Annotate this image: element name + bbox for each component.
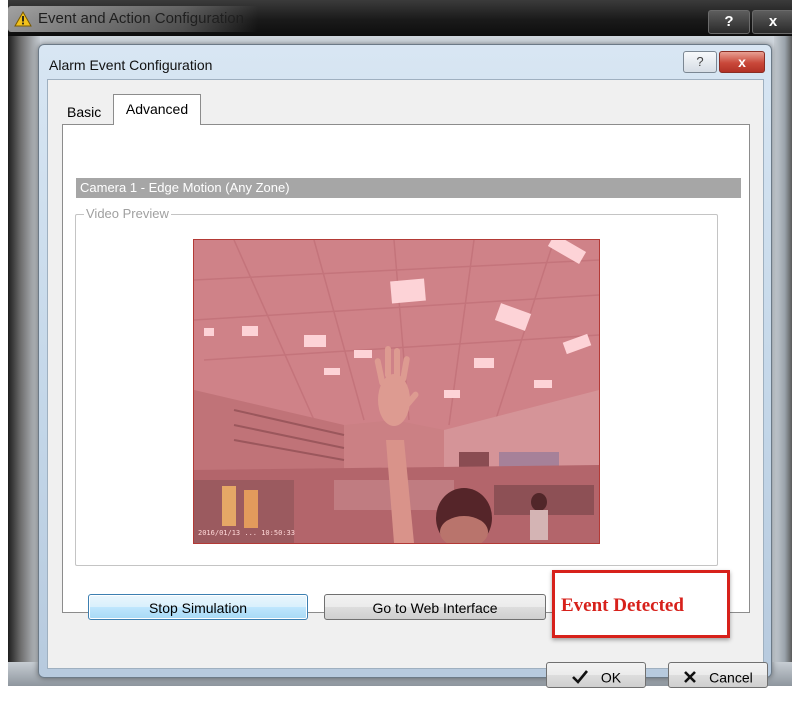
video-preview-group: Video Preview 2016/01/13 ... 10:50:33 — [75, 206, 718, 566]
video-preview-image: 2016/01/13 ... 10:50:33 — [193, 239, 600, 544]
outer-bottom-strip — [8, 686, 792, 708]
outer-close-button[interactable]: x — [752, 10, 792, 34]
warning-icon — [14, 11, 32, 27]
dialog-close-button[interactable]: x — [719, 51, 765, 73]
cancel-button[interactable]: Cancel — [668, 662, 768, 688]
video-timestamp: 2016/01/13 ... 10:50:33 — [198, 529, 295, 537]
video-frame-illustration — [194, 240, 599, 543]
outer-frame-right — [774, 36, 792, 686]
event-detected-text: Event Detected — [561, 595, 684, 616]
ok-label: OK — [600, 669, 622, 686]
tab-basic[interactable]: Basic — [62, 100, 106, 124]
camera-title-bar: Camera 1 - Edge Motion (Any Zone) — [76, 178, 741, 198]
dialog-client-area: Basic Advanced Camera 1 - Edge Motion (A… — [47, 79, 768, 688]
cancel-label: Cancel — [709, 669, 753, 686]
alarm-event-dialog: Alarm Event Configuration ? x Basic Adva… — [38, 44, 772, 688]
outer-window-title: Event and Action Configuration — [38, 10, 244, 27]
dialog-title: Alarm Event Configuration — [49, 57, 213, 73]
checkmark-icon — [572, 670, 588, 685]
outer-frame-left — [8, 36, 40, 686]
outer-help-button[interactable]: ? — [708, 10, 750, 34]
ok-button[interactable]: OK — [546, 662, 646, 688]
video-preview-label: Video Preview — [84, 206, 171, 221]
event-detected-callout: Event Detected — [552, 570, 730, 638]
dialog-help-button[interactable]: ? — [683, 51, 717, 73]
x-icon — [684, 671, 697, 684]
advanced-tab-panel: Camera 1 - Edge Motion (Any Zone) Video … — [62, 124, 750, 613]
go-to-web-interface-button[interactable]: Go to Web Interface — [324, 594, 546, 620]
tab-advanced[interactable]: Advanced — [113, 94, 201, 125]
outer-title-bar: Event and Action Configuration ? x — [8, 0, 792, 36]
stop-simulation-button[interactable]: Stop Simulation — [88, 594, 308, 620]
